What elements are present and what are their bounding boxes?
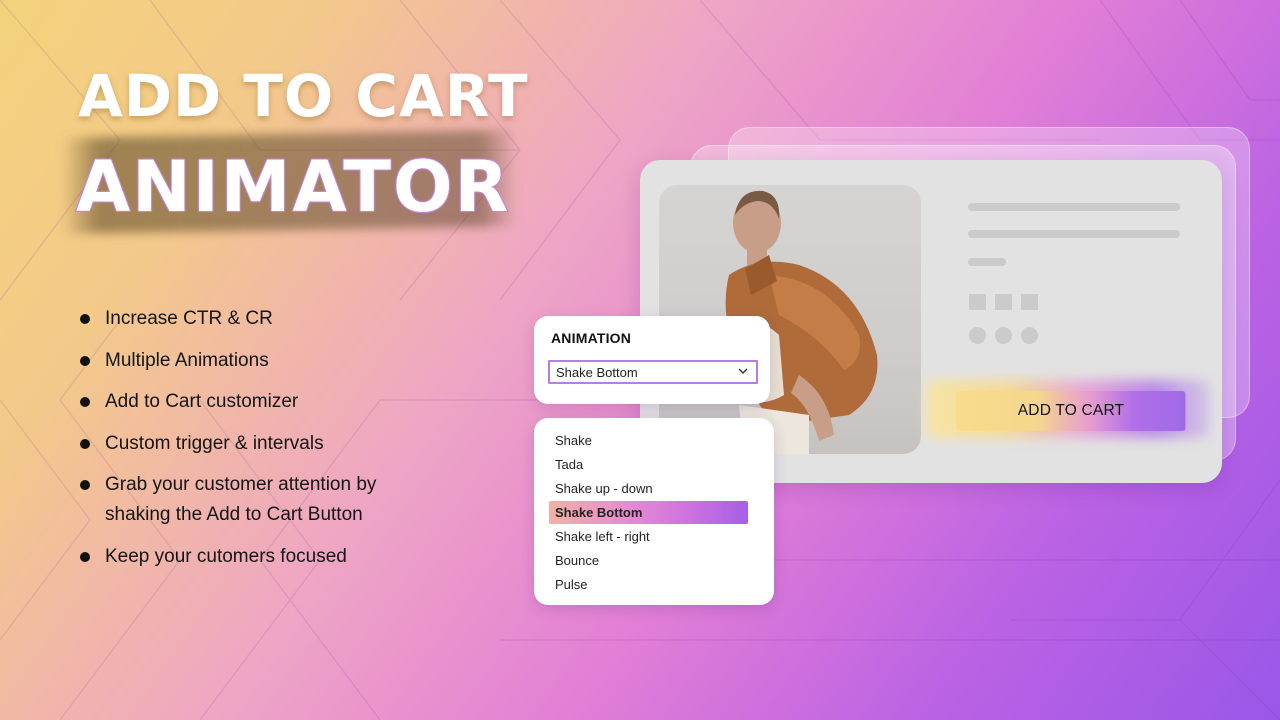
- animation-option[interactable]: Shake: [549, 429, 748, 452]
- hero-title-line1: ADD TO CART: [78, 62, 529, 130]
- animation-option[interactable]: Pulse: [549, 573, 748, 596]
- animation-dropdown-list: Shake Tada Shake up - down Shake Bottom …: [534, 418, 774, 605]
- feature-item: Keep your cutomers focused: [80, 542, 400, 572]
- skeleton-price-line: [968, 258, 1006, 266]
- add-to-cart-button[interactable]: ADD TO CART: [956, 391, 1186, 431]
- bullet-icon: [80, 438, 90, 449]
- skeleton-color-swatch: [995, 327, 1012, 344]
- feature-item: Multiple Animations: [80, 346, 400, 376]
- animation-option[interactable]: Bounce: [549, 549, 748, 572]
- bullet-icon: [80, 480, 90, 490]
- bullet-icon: [80, 397, 90, 407]
- bullet-icon: [80, 314, 90, 324]
- animation-settings-panel: ANIMATION Shake Bottom: [534, 316, 770, 404]
- feature-list: Increase CTR & CR Multiple Animations Ad…: [80, 304, 400, 583]
- feature-item: Grab your customer attention by shaking …: [80, 470, 400, 530]
- animation-select-value: Shake Bottom: [556, 364, 638, 380]
- animation-option-selected[interactable]: Shake Bottom: [549, 501, 748, 524]
- skeleton-size-swatch: [995, 294, 1012, 310]
- animation-option[interactable]: Shake up - down: [549, 477, 748, 500]
- skeleton-color-swatch: [969, 327, 986, 344]
- feature-item: Custom trigger & intervals: [80, 429, 400, 459]
- animation-option[interactable]: Tada: [549, 453, 748, 476]
- feature-item: Add to Cart customizer: [80, 387, 400, 417]
- feature-item: Increase CTR & CR: [80, 304, 400, 334]
- skeleton-size-swatch: [1021, 294, 1038, 310]
- chevron-down-icon: [738, 368, 748, 374]
- bullet-icon: [80, 355, 90, 366]
- skeleton-title-line: [968, 203, 1180, 211]
- skeleton-subtitle-line: [968, 230, 1180, 238]
- skeleton-size-swatch: [969, 294, 986, 310]
- animation-select[interactable]: Shake Bottom: [548, 360, 758, 384]
- bullet-icon: [80, 551, 90, 562]
- hero-title-line2: ANIMATOR: [75, 145, 511, 229]
- animation-label: ANIMATION: [551, 330, 632, 346]
- animation-option[interactable]: Shake left - right: [549, 525, 748, 548]
- skeleton-color-swatch: [1021, 327, 1038, 344]
